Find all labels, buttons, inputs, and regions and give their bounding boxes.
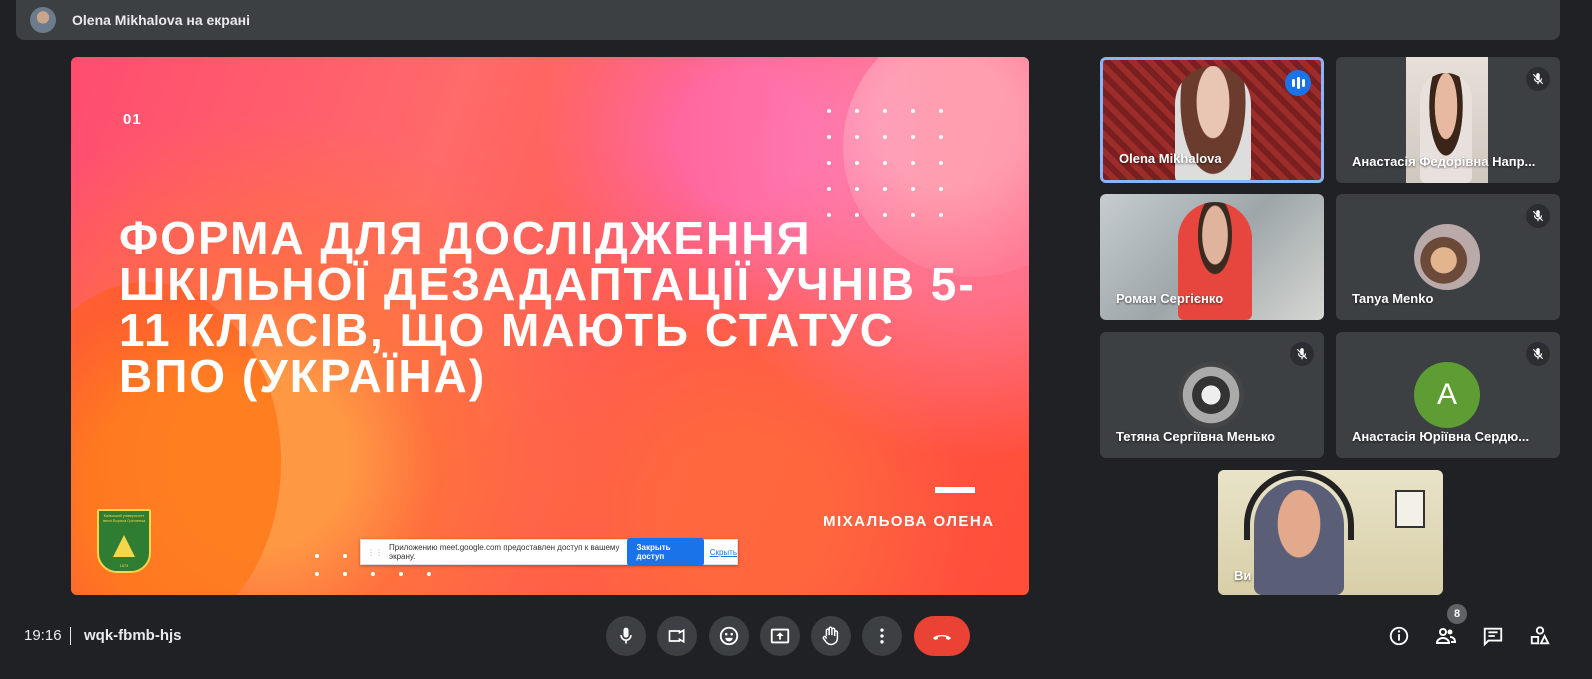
people-icon — [1435, 628, 1457, 644]
meeting-details-button[interactable] — [1386, 623, 1412, 649]
reactions-button[interactable] — [709, 616, 749, 656]
camera-button[interactable] — [657, 616, 697, 656]
slide-title: ФОРМА ДЛЯ ДОСЛІДЖЕННЯ ШКІЛЬНОЇ ДЕЗАДАПТА… — [119, 212, 976, 402]
mic-off-icon — [1526, 342, 1550, 366]
logo-text: Київський університет імені Бориса Грінч… — [102, 513, 146, 523]
more-vert-icon — [880, 628, 884, 644]
self-view-tile[interactable]: Ви — [1218, 470, 1443, 595]
drag-handle-icon[interactable]: ⋮⋮ — [367, 548, 383, 557]
presenter-avatar — [30, 7, 56, 33]
microphone-icon — [620, 627, 632, 644]
divider — [70, 627, 71, 645]
share-message: Приложению meet.google.com предоставлен … — [389, 543, 620, 561]
shapes-icon — [1530, 626, 1550, 645]
meeting-code: wqk-fbmb-hjs — [84, 627, 182, 644]
participant-name: Olena Mikhalova — [1119, 151, 1222, 166]
camera-icon — [668, 628, 685, 644]
microphone-button[interactable] — [606, 616, 646, 656]
slide-number: 01 — [123, 111, 142, 128]
logo-year: 1874 — [119, 563, 129, 568]
self-name: Ви — [1234, 568, 1252, 583]
wall-picture — [1395, 490, 1425, 528]
mic-off-icon — [1526, 204, 1550, 228]
screen-share-notification: ⋮⋮ Приложению meet.google.com предоставл… — [360, 538, 738, 566]
hide-notification-link[interactable]: Скрыть — [710, 548, 737, 557]
more-options-button[interactable] — [862, 616, 902, 656]
info-icon — [1389, 626, 1409, 646]
chat-icon — [1483, 627, 1503, 647]
headphones — [1244, 470, 1354, 540]
slide-author: МІХАЛЬОВА ОЛЕНА — [823, 513, 995, 530]
presenter-banner: Olena Mikhalova на екрані — [16, 0, 1560, 40]
meet-window: Olena Mikhalova на екрані 01 ФОРМА ДЛЯ Д… — [0, 0, 1592, 679]
presentation-slide: 01 ФОРМА ДЛЯ ДОСЛІДЖЕННЯ ШКІЛЬНОЇ ДЕЗАДА… — [71, 57, 1029, 595]
participant-avatar — [1178, 362, 1244, 428]
raise-hand-button[interactable] — [811, 616, 851, 656]
speaking-indicator-icon — [1285, 70, 1311, 96]
participant-name: Роман Сергієнко — [1116, 291, 1224, 306]
activities-button[interactable] — [1527, 623, 1553, 649]
participants-count-badge: 8 — [1447, 604, 1467, 624]
participant-tile[interactable]: Тетяна Сергіївна Менько — [1100, 332, 1324, 458]
participant-tile[interactable]: Анастасія Федорівна Напр... — [1336, 57, 1560, 183]
participant-tile[interactable]: Роман Сергієнко — [1100, 194, 1324, 320]
mic-off-icon — [1526, 67, 1550, 91]
emoji-icon — [719, 626, 739, 646]
chat-button[interactable] — [1480, 623, 1506, 649]
participant-name: Анастасія Юріївна Сердю... — [1352, 429, 1530, 444]
participant-tile[interactable]: Tanya Menko — [1336, 194, 1560, 320]
hang-up-icon — [933, 635, 951, 640]
logo-emblem — [113, 535, 135, 557]
meeting-time: 19:16 — [24, 627, 62, 644]
hand-icon — [822, 626, 839, 646]
present-screen-button[interactable] — [760, 616, 800, 656]
participant-tile[interactable]: А Анастасія Юріївна Сердю... — [1336, 332, 1560, 458]
slide-divider — [935, 487, 975, 493]
leave-call-button[interactable] — [914, 616, 970, 656]
participant-name: Тетяна Сергіївна Менько — [1116, 429, 1276, 444]
participant-letter-avatar: А — [1414, 362, 1480, 428]
university-logo: Київський університет імені Бориса Грінч… — [97, 509, 151, 573]
participant-tile[interactable]: Olena Mikhalova — [1100, 57, 1324, 183]
participants-button[interactable] — [1433, 623, 1459, 649]
mic-off-icon — [1290, 342, 1314, 366]
participant-name: Tanya Menko — [1352, 291, 1434, 306]
present-icon — [770, 628, 790, 644]
stop-sharing-button[interactable]: Закрыть доступ — [626, 538, 704, 566]
bottom-toolbar: 19:16 wqk-fbmb-hjs 8 — [0, 604, 1592, 679]
presenter-label: Olena Mikhalova на екрані — [72, 12, 250, 28]
participant-name: Анастасія Федорівна Напр... — [1352, 154, 1536, 169]
participant-avatar — [1414, 224, 1480, 290]
